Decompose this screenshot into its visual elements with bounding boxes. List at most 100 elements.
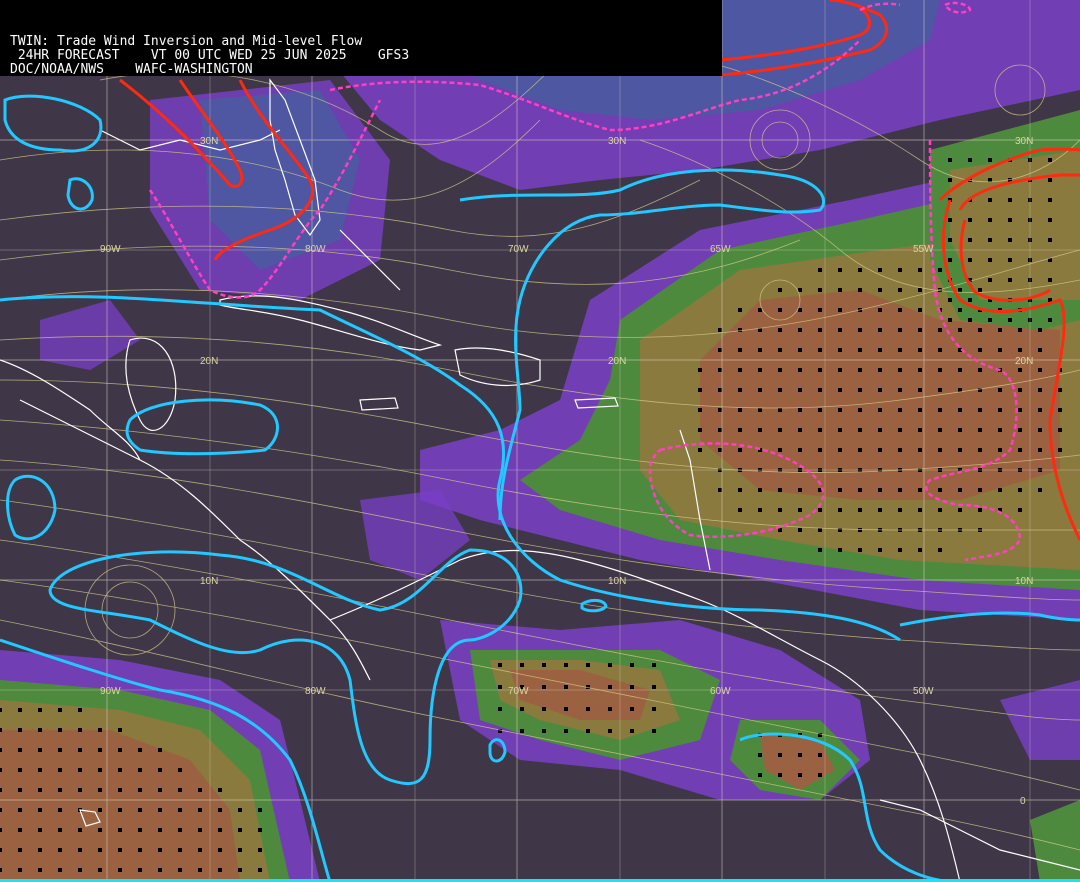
stipple-square <box>778 388 782 392</box>
stipple-square <box>948 218 952 222</box>
stipple-square <box>938 408 942 412</box>
stipple-square <box>948 178 952 182</box>
stipple-square <box>758 388 762 392</box>
stipple-square <box>918 308 922 312</box>
stipple-square <box>542 729 546 733</box>
stipple-square <box>778 368 782 372</box>
stipple-square <box>0 868 2 872</box>
stipple-square <box>58 768 62 772</box>
stipple-square <box>18 788 22 792</box>
stipple-square <box>998 448 1002 452</box>
stipple-square <box>858 268 862 272</box>
title-line-3: DOC/NOAA/NWS WAFC-WASHINGTON <box>10 62 253 77</box>
stipple-square <box>520 707 524 711</box>
stipple-square <box>838 348 842 352</box>
stipple-square <box>1048 238 1052 242</box>
stipple-square <box>798 448 802 452</box>
stipple-square <box>798 773 802 777</box>
stipple-square <box>1038 488 1042 492</box>
stipple-square <box>898 368 902 372</box>
stipple-square <box>718 328 722 332</box>
stipple-square <box>1018 368 1022 372</box>
stipple-square <box>798 508 802 512</box>
stipple-square <box>38 708 42 712</box>
stipple-square <box>978 368 982 372</box>
stipple-square <box>738 388 742 392</box>
stipple-square <box>698 368 702 372</box>
stipple-square <box>958 408 962 412</box>
stipple-square <box>178 768 182 772</box>
stipple-square <box>988 238 992 242</box>
stipple-square <box>838 328 842 332</box>
stipple-square <box>98 868 102 872</box>
stipple-square <box>978 488 982 492</box>
stipple-square <box>968 238 972 242</box>
stipple-square <box>178 788 182 792</box>
stipple-square <box>1038 428 1042 432</box>
purple-patch-gulf <box>40 300 140 370</box>
stipple-square <box>18 828 22 832</box>
stipple-square <box>778 348 782 352</box>
lat-label-20n-b: 20N <box>608 356 626 367</box>
mexico-west <box>0 359 141 461</box>
stipple-square <box>958 488 962 492</box>
title-line-1: TWIN: Trade Wind Inversion and Mid-level… <box>10 34 363 49</box>
stipple-square <box>718 488 722 492</box>
stipple-square <box>958 448 962 452</box>
stipple-square <box>118 868 122 872</box>
stipple-square <box>118 848 122 852</box>
stipple-square <box>98 828 102 832</box>
stipple-square <box>898 308 902 312</box>
jamaica <box>359 397 399 411</box>
stipple-square <box>178 868 182 872</box>
stipple-square <box>698 408 702 412</box>
stipple-square <box>968 158 972 162</box>
stipple-square <box>778 328 782 332</box>
stipple-square <box>78 768 82 772</box>
stipple-square <box>1008 238 1012 242</box>
stipple-square <box>630 707 634 711</box>
stipple-square <box>878 328 882 332</box>
stipple-square <box>988 218 992 222</box>
lat-label-20n-c: 20N <box>1015 356 1033 367</box>
stipple-square <box>858 368 862 372</box>
stipple-square <box>878 348 882 352</box>
stipple-square <box>918 548 922 552</box>
stipple-square <box>988 318 992 322</box>
stipple-square <box>138 768 142 772</box>
lon-label-70w-bottom: 70W <box>508 686 529 697</box>
stipple-square <box>18 808 22 812</box>
lon-label-80w-top: 80W <box>305 244 326 255</box>
stipple-square <box>158 748 162 752</box>
stipple-square <box>918 368 922 372</box>
stipple-square <box>858 288 862 292</box>
stipple-square <box>78 748 82 752</box>
stipple-square <box>1018 408 1022 412</box>
stipple-square <box>158 868 162 872</box>
stipple-square <box>1018 328 1022 332</box>
stipple-square <box>898 548 902 552</box>
stipple-square <box>652 729 656 733</box>
stipple-square <box>118 728 122 732</box>
stipple-square <box>58 828 62 832</box>
stipple-square <box>78 788 82 792</box>
stipple-square <box>978 348 982 352</box>
stipple-square <box>608 729 612 733</box>
stipple-square <box>18 848 22 852</box>
stipple-square <box>18 768 22 772</box>
stipple-square <box>838 308 842 312</box>
map-canvas: 90W 80W 70W 65W 55W 90W 80W 70W 60W 50W … <box>0 0 1080 882</box>
stipple-square <box>938 268 942 272</box>
stipple-square <box>18 708 22 712</box>
stipple-square <box>778 528 782 532</box>
stipple-square <box>542 707 546 711</box>
stipple-square <box>758 408 762 412</box>
stipple-square <box>838 408 842 412</box>
stipple-square <box>0 788 2 792</box>
stipple-square <box>158 828 162 832</box>
stipple-square <box>878 368 882 372</box>
stipple-square <box>918 388 922 392</box>
stipple-square <box>1018 508 1022 512</box>
stipple-square <box>0 708 2 712</box>
stipple-square <box>948 158 952 162</box>
